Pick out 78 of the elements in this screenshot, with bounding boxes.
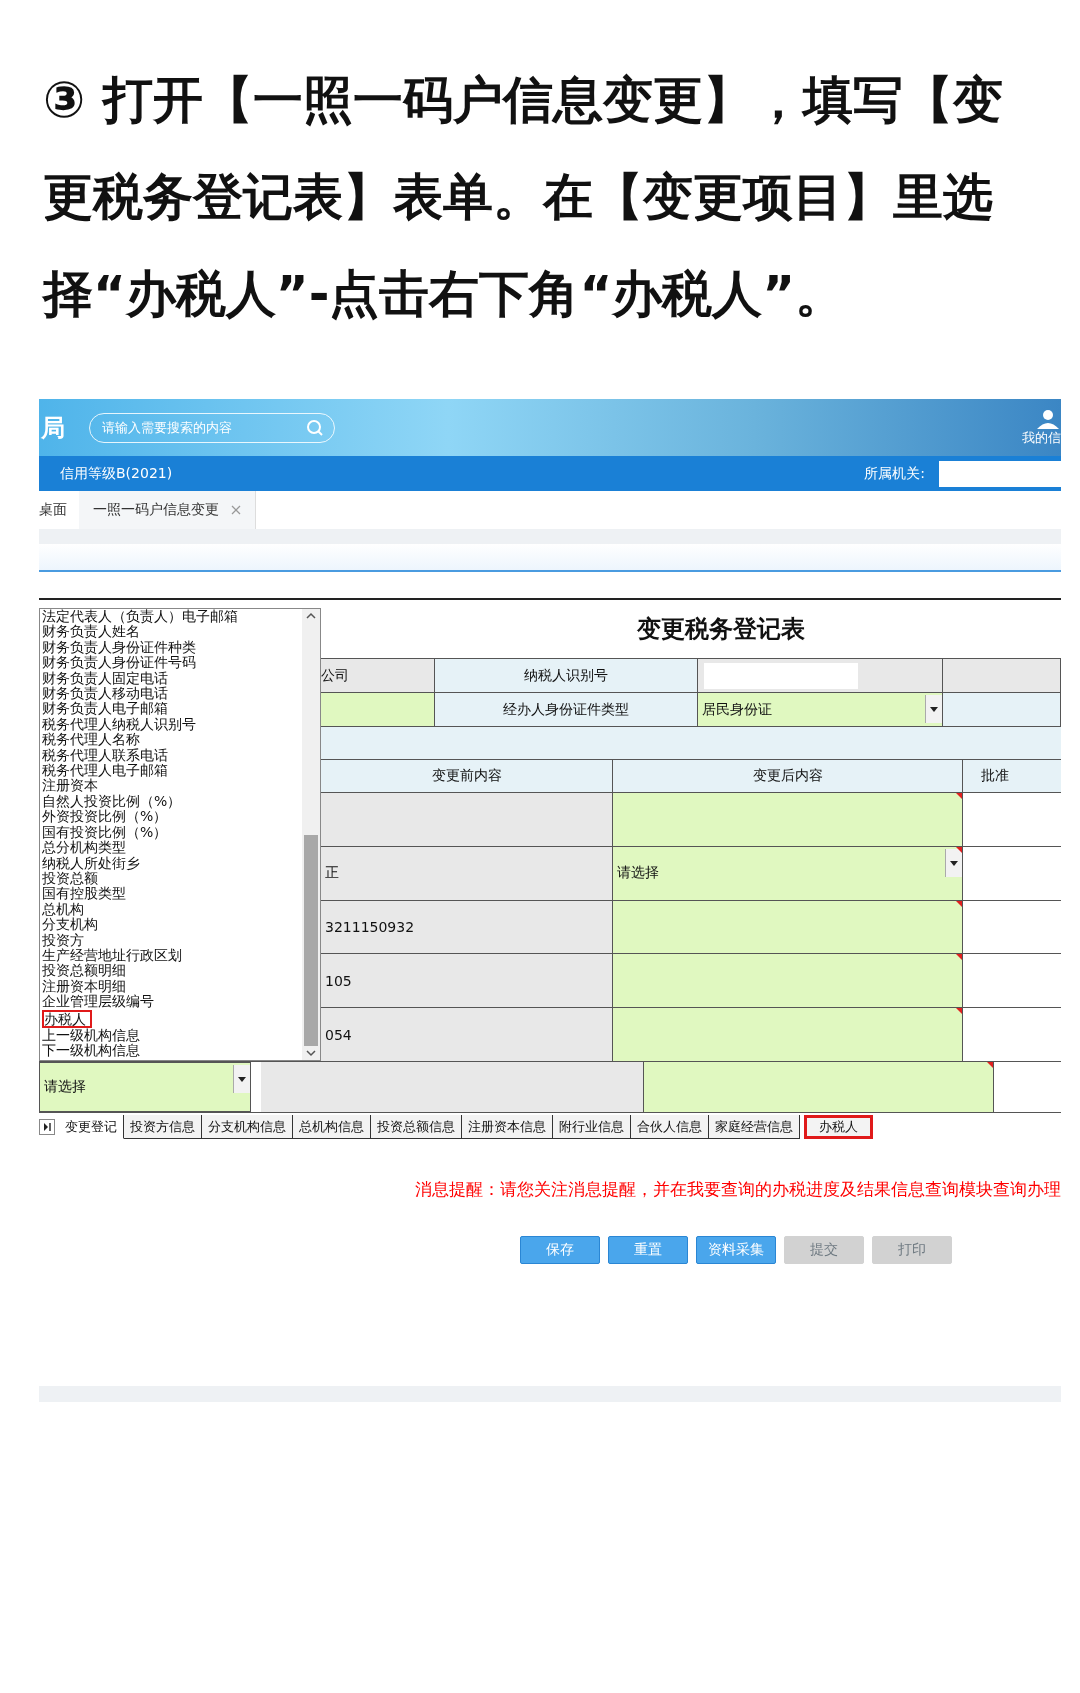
list-item[interactable]: 财务负责人移动电话 — [42, 686, 168, 702]
authority-label: 所属机关: — [864, 464, 925, 483]
list-item[interactable]: 外资投资比例（%） — [42, 809, 168, 825]
next-sheet-icon[interactable] — [39, 1119, 55, 1135]
table-cell: 3211150932 — [321, 900, 613, 954]
list-item[interactable]: 投资总额明细 — [42, 963, 126, 979]
list-item[interactable]: 财务负责人电子邮箱 — [42, 701, 168, 717]
sheet-tab[interactable]: 投资方信息 — [124, 1115, 202, 1139]
list-item[interactable]: 企业管理层级编号 — [42, 994, 154, 1010]
user-icon[interactable] — [1035, 408, 1061, 429]
input-field[interactable] — [613, 900, 963, 954]
list-item[interactable]: 总机构 — [42, 901, 84, 918]
field-label: 纳税人识别号 — [435, 659, 698, 692]
sheet-tab[interactable]: 家庭经营信息 — [709, 1115, 800, 1139]
input-field[interactable] — [613, 1008, 963, 1061]
search-input[interactable]: 请输入需要搜索的内容 — [100, 419, 306, 436]
list-item[interactable]: 国有投资比例（%） — [42, 824, 168, 841]
list-item[interactable]: 自然人投资比例（%） — [42, 793, 182, 810]
list-item[interactable]: 总分机构类型 — [42, 840, 126, 856]
dropdown-icon[interactable] — [925, 695, 942, 723]
list-item[interactable]: 生产经营地址行政区划 — [42, 947, 182, 964]
credit-level: 信用等级B(2021) — [60, 464, 173, 483]
user-link[interactable]: 我的信 — [1022, 428, 1061, 447]
list-item[interactable]: 财务负责人固定电话 — [42, 670, 168, 687]
list-item[interactable]: 上一级机构信息 — [42, 1027, 140, 1043]
list-item[interactable]: 纳税人所处街乡 — [42, 855, 140, 871]
list-item[interactable]: 注册资本 — [42, 778, 98, 794]
scrollbar[interactable] — [302, 609, 320, 1060]
column-header: 变更前内容 — [321, 760, 613, 792]
table-cell: 105 — [321, 954, 613, 1008]
sheet-tab[interactable]: 总机构信息 — [293, 1115, 371, 1139]
list-item[interactable]: 税务代理人联系电话 — [42, 747, 168, 764]
input-field[interactable] — [321, 693, 435, 726]
notice-text: 消息提醒：请您关注消息提醒，并在我要查询的办税进度及结果信息查询模块查询办理 — [414, 1179, 1061, 1201]
select-field[interactable]: 居民身份证 — [698, 693, 943, 726]
sheet-tab[interactable]: 分支机构信息 — [202, 1115, 293, 1139]
scroll-up-icon[interactable] — [306, 612, 316, 620]
table-cell: 054 — [321, 1008, 613, 1061]
close-icon[interactable] — [231, 505, 241, 515]
dropdown-icon[interactable] — [233, 1065, 250, 1093]
instruction-text: ③ 打开【一照一码户信息变更】，填写【变更税务登记表】表单。在【变更项目】里选择“办税人”-点击右下角“办税人”。 — [43, 70, 1004, 325]
form-title: 变更税务登记表 — [636, 613, 806, 645]
list-box[interactable] — [39, 608, 321, 1061]
list-item[interactable]: 国有控股类型 — [42, 886, 126, 902]
column-header: 批准 — [963, 760, 1061, 792]
list-item[interactable]: 税务代理人纳税人识别号 — [42, 716, 196, 733]
table-cell: 公司 — [321, 659, 435, 692]
list-item[interactable]: 财务负责人姓名 — [42, 624, 140, 640]
select-field[interactable]: 请选择 — [613, 846, 963, 900]
list-item[interactable]: 分支机构 — [42, 917, 98, 933]
list-item[interactable]: 办税人 — [42, 1009, 92, 1028]
list-item[interactable]: 税务代理人电子邮箱 — [42, 763, 168, 779]
table-cell: 正 — [321, 846, 613, 900]
sheet-tab[interactable]: 注册资本信息 — [462, 1115, 553, 1139]
list-item[interactable]: 投资总额 — [42, 870, 98, 887]
page-tab[interactable]: 桌面 — [39, 491, 79, 529]
authority-field[interactable] — [939, 460, 1061, 487]
select-field[interactable]: 请选择 — [39, 1062, 251, 1112]
sheet-tab[interactable]: 合伙人信息 — [631, 1115, 709, 1139]
list-item[interactable]: 注册资本明细 — [42, 978, 126, 995]
page-tab[interactable]: 一照一码户信息变更 — [79, 491, 256, 529]
sheet-tab[interactable]: 附行业信息 — [553, 1115, 631, 1139]
field-label: 经办人身份证件类型 — [435, 693, 698, 726]
list-item[interactable]: 法定代表人（负责人）电子邮箱 — [42, 609, 238, 625]
list-item[interactable]: 税务代理人名称 — [42, 732, 140, 748]
list-item[interactable]: 下一级机构信息 — [42, 1042, 140, 1059]
column-header: 变更后内容 — [613, 760, 963, 792]
logo-text: 局 — [41, 412, 65, 444]
list-item[interactable]: 财务负责人身份证件号码 — [42, 655, 196, 671]
scroll-down-icon[interactable] — [306, 1049, 316, 1057]
list-item[interactable]: 投资方 — [42, 932, 84, 948]
input-field[interactable] — [613, 954, 963, 1008]
dropdown-icon[interactable] — [945, 848, 962, 877]
sheet-tab[interactable]: 办税人 — [804, 1115, 873, 1139]
list-item[interactable]: 财务负责人身份证件种类 — [42, 639, 196, 656]
input-field[interactable] — [613, 793, 963, 846]
input-field[interactable] — [644, 1062, 994, 1112]
sheet-tab[interactable]: 投资总额信息 — [371, 1115, 462, 1139]
